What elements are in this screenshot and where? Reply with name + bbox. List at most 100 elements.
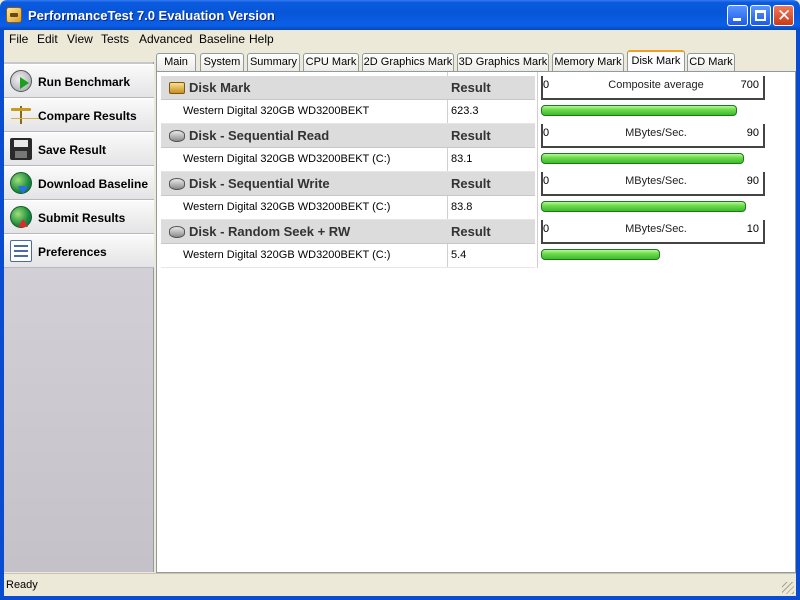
minimize-icon	[733, 18, 741, 21]
scale-axis: 0 MBytes/Sec. 90	[541, 124, 765, 148]
globe-download-icon	[10, 172, 32, 194]
status-bar: Ready	[4, 573, 796, 596]
device-name: Western Digital 320GB WD3200BEKT (C:)	[183, 201, 391, 213]
run-benchmark-button[interactable]: Run Benchmark	[4, 64, 154, 98]
menu-baseline[interactable]: Baseline	[199, 32, 245, 46]
menu-advanced[interactable]: Advanced	[139, 32, 192, 46]
scale-label: MBytes/Sec.	[625, 223, 687, 235]
tab-cpu-mark[interactable]: CPU Mark	[303, 53, 359, 71]
tab-cd-mark[interactable]: CD Mark	[687, 53, 735, 71]
device-name: Western Digital 320GB WD3200BEKT (C:)	[183, 153, 391, 165]
section-header: Disk - Sequential Read Result	[161, 124, 535, 148]
window-title: PerformanceTest 7.0 Evaluation Version	[28, 8, 275, 23]
globe-upload-icon	[10, 206, 32, 228]
tab-2d-graphics-mark[interactable]: 2D Graphics Mark	[362, 53, 454, 71]
result-value: 83.1	[451, 153, 473, 165]
scale-axis: 0 MBytes/Sec. 90	[541, 172, 765, 196]
scale-min: 0	[543, 223, 550, 235]
bar-track	[541, 105, 765, 119]
run-benchmark-icon	[10, 70, 32, 92]
menu-edit[interactable]: Edit	[37, 32, 58, 46]
result-bar	[541, 153, 745, 164]
sidebar-item-label: Compare Results	[38, 109, 137, 123]
result-value: 623.3	[451, 105, 479, 117]
section-title: Disk - Sequential Read	[189, 128, 330, 143]
sidebar-item-label: Save Result	[38, 143, 107, 157]
window-frame-bottom	[0, 596, 800, 600]
scale-min: 0	[543, 127, 550, 139]
scale-label: MBytes/Sec.	[625, 175, 687, 187]
sidebar-item-label: Preferences	[38, 245, 107, 259]
minimize-button[interactable]	[727, 5, 748, 26]
result-value: 83.8	[451, 201, 473, 213]
hard-disk-icon	[169, 178, 185, 190]
tab-3d-graphics-mark[interactable]: 3D Graphics Mark	[457, 53, 549, 71]
scale-label: Composite average	[608, 79, 704, 91]
scale-axis: 0 MBytes/Sec. 10	[541, 220, 765, 244]
device-name: Western Digital 320GB WD3200BEKT	[183, 105, 370, 117]
title-bar: PerformanceTest 7.0 Evaluation Version ✕	[0, 0, 800, 30]
preferences-icon	[10, 240, 32, 262]
result-bar	[541, 105, 737, 116]
preferences-button[interactable]: Preferences	[4, 234, 154, 268]
disk-mark-panel: Disk Mark Result 0 Composite average 700…	[156, 71, 796, 573]
scale-min: 0	[543, 79, 550, 91]
scale-max: 10	[746, 223, 759, 235]
bar-track	[541, 201, 765, 215]
scale-max: 90	[746, 127, 759, 139]
hard-disk-icon	[169, 226, 185, 238]
tab-strip: Main System Summary CPU Mark 2D Graphics…	[156, 50, 796, 71]
section-title: Disk Mark	[189, 80, 251, 95]
menu-file[interactable]: File	[9, 32, 28, 46]
result-row[interactable]: Western Digital 320GB WD3200BEKT (C:) 83…	[161, 196, 535, 220]
menu-view[interactable]: View	[67, 32, 93, 46]
scale-label: MBytes/Sec.	[625, 127, 687, 139]
resize-grip-icon[interactable]	[782, 582, 794, 594]
maximize-button[interactable]	[750, 5, 771, 26]
scale-icon	[10, 104, 32, 126]
result-row[interactable]: Western Digital 320GB WD3200BEKT (C:) 83…	[161, 148, 535, 172]
section-header: Disk - Random Seek + RW Result	[161, 220, 535, 244]
app-icon	[6, 7, 22, 23]
save-result-button[interactable]: Save Result	[4, 132, 154, 166]
result-header: Result	[451, 176, 491, 191]
result-bar	[541, 249, 660, 260]
section-title: Disk - Sequential Write	[189, 176, 330, 191]
section-title: Disk - Random Seek + RW	[189, 224, 351, 239]
result-bar	[541, 201, 746, 212]
sidebar: Run Benchmark Compare Results Save Resul…	[4, 62, 154, 572]
result-row[interactable]: Western Digital 320GB WD3200BEKT (C:) 5.…	[161, 244, 535, 268]
menu-bar: File Edit View Tests Advanced Baseline H…	[4, 30, 796, 49]
window-frame-right	[796, 30, 800, 600]
menu-help[interactable]: Help	[249, 32, 274, 46]
bar-track	[541, 153, 765, 167]
download-baseline-button[interactable]: Download Baseline	[4, 166, 154, 200]
scale-min: 0	[543, 175, 550, 187]
tab-summary[interactable]: Summary	[247, 53, 300, 71]
tab-disk-mark[interactable]: Disk Mark	[627, 50, 685, 71]
section-header: Disk - Sequential Write Result	[161, 172, 535, 196]
result-header: Result	[451, 128, 491, 143]
result-value: 5.4	[451, 249, 467, 261]
result-row[interactable]: Western Digital 320GB WD3200BEKT 623.3	[161, 100, 535, 124]
sidebar-item-label: Submit Results	[38, 211, 126, 225]
compare-results-button[interactable]: Compare Results	[4, 98, 154, 132]
submit-results-button[interactable]: Submit Results	[4, 200, 154, 234]
device-name: Western Digital 320GB WD3200BEKT (C:)	[183, 249, 391, 261]
tab-main[interactable]: Main	[156, 53, 196, 71]
maximize-icon	[755, 10, 766, 21]
column-divider	[537, 72, 538, 268]
close-icon: ✕	[777, 6, 792, 25]
disk-mark-icon	[169, 82, 185, 94]
sidebar-item-label: Download Baseline	[38, 177, 149, 191]
scale-axis: 0 Composite average 700	[541, 76, 765, 100]
scale-max: 90	[746, 175, 759, 187]
sidebar-item-label: Run Benchmark	[38, 75, 131, 89]
tab-system[interactable]: System	[200, 53, 244, 71]
tab-memory-mark[interactable]: Memory Mark	[552, 53, 624, 71]
section-header: Disk Mark Result	[161, 76, 535, 100]
floppy-disk-icon	[10, 138, 32, 160]
menu-tests[interactable]: Tests	[101, 32, 129, 46]
close-button[interactable]: ✕	[773, 5, 794, 26]
scale-max: 700	[740, 79, 759, 91]
